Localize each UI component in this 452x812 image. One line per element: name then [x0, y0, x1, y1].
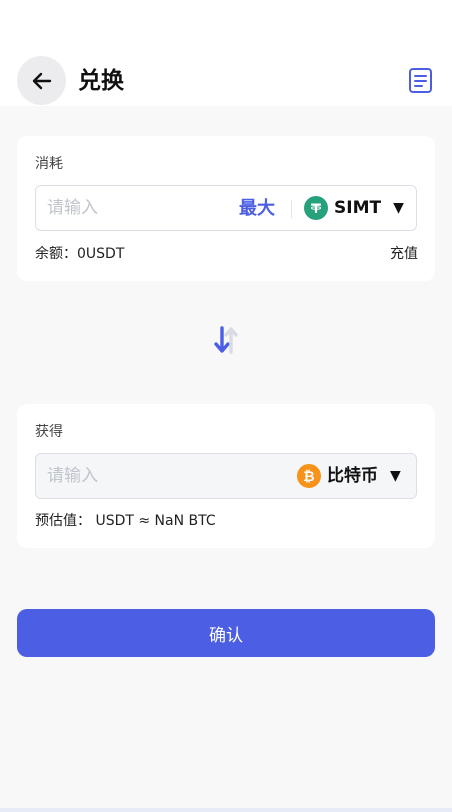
caret-down-icon: ▼	[393, 200, 404, 216]
receive-label: 获得	[35, 424, 63, 440]
bitcoin-icon: ₿	[297, 464, 321, 488]
records-button[interactable]	[408, 67, 433, 94]
consume-amount-input[interactable]	[47, 186, 227, 230]
receive-coin-select[interactable]: ₿ 比特币 ▼	[297, 454, 401, 498]
receive-input-box: ₿ 比特币 ▼	[35, 453, 417, 499]
back-button[interactable]	[17, 56, 66, 105]
document-list-icon	[409, 68, 432, 93]
tether-icon	[304, 196, 328, 220]
consume-coin-select[interactable]: SIMT ▼	[304, 186, 404, 230]
receive-amount-input	[47, 454, 227, 498]
recharge-link[interactable]: 充值	[390, 244, 418, 264]
confirm-button[interactable]: 确认	[17, 609, 435, 657]
max-button[interactable]: 最大	[239, 196, 275, 222]
swap-arrows-icon	[214, 326, 238, 354]
page-title: 兑换	[78, 68, 124, 94]
arrow-left-icon	[32, 72, 51, 89]
consume-coin-name: SIMT	[334, 198, 382, 218]
estimate-text: 预估值： USDT ≈ NaN BTC	[35, 513, 216, 529]
consume-input-box: 最大 SIMT ▼	[35, 185, 417, 231]
consume-label: 消耗	[35, 156, 63, 172]
header: 兑换	[0, 0, 452, 106]
receive-coin-name: 比特币	[327, 466, 378, 486]
swap-direction-button[interactable]	[210, 324, 242, 356]
caret-down-icon: ▼	[390, 468, 401, 484]
balance-text: 余额：0USDT	[35, 246, 125, 262]
bottom-bar	[0, 808, 452, 812]
consume-card: 消耗 最大 SIMT ▼ 余额：0USDT 充值	[17, 136, 435, 281]
input-divider	[291, 200, 292, 218]
receive-card: 获得 ₿ 比特币 ▼ 预估值： USDT ≈ NaN BTC	[17, 404, 435, 548]
